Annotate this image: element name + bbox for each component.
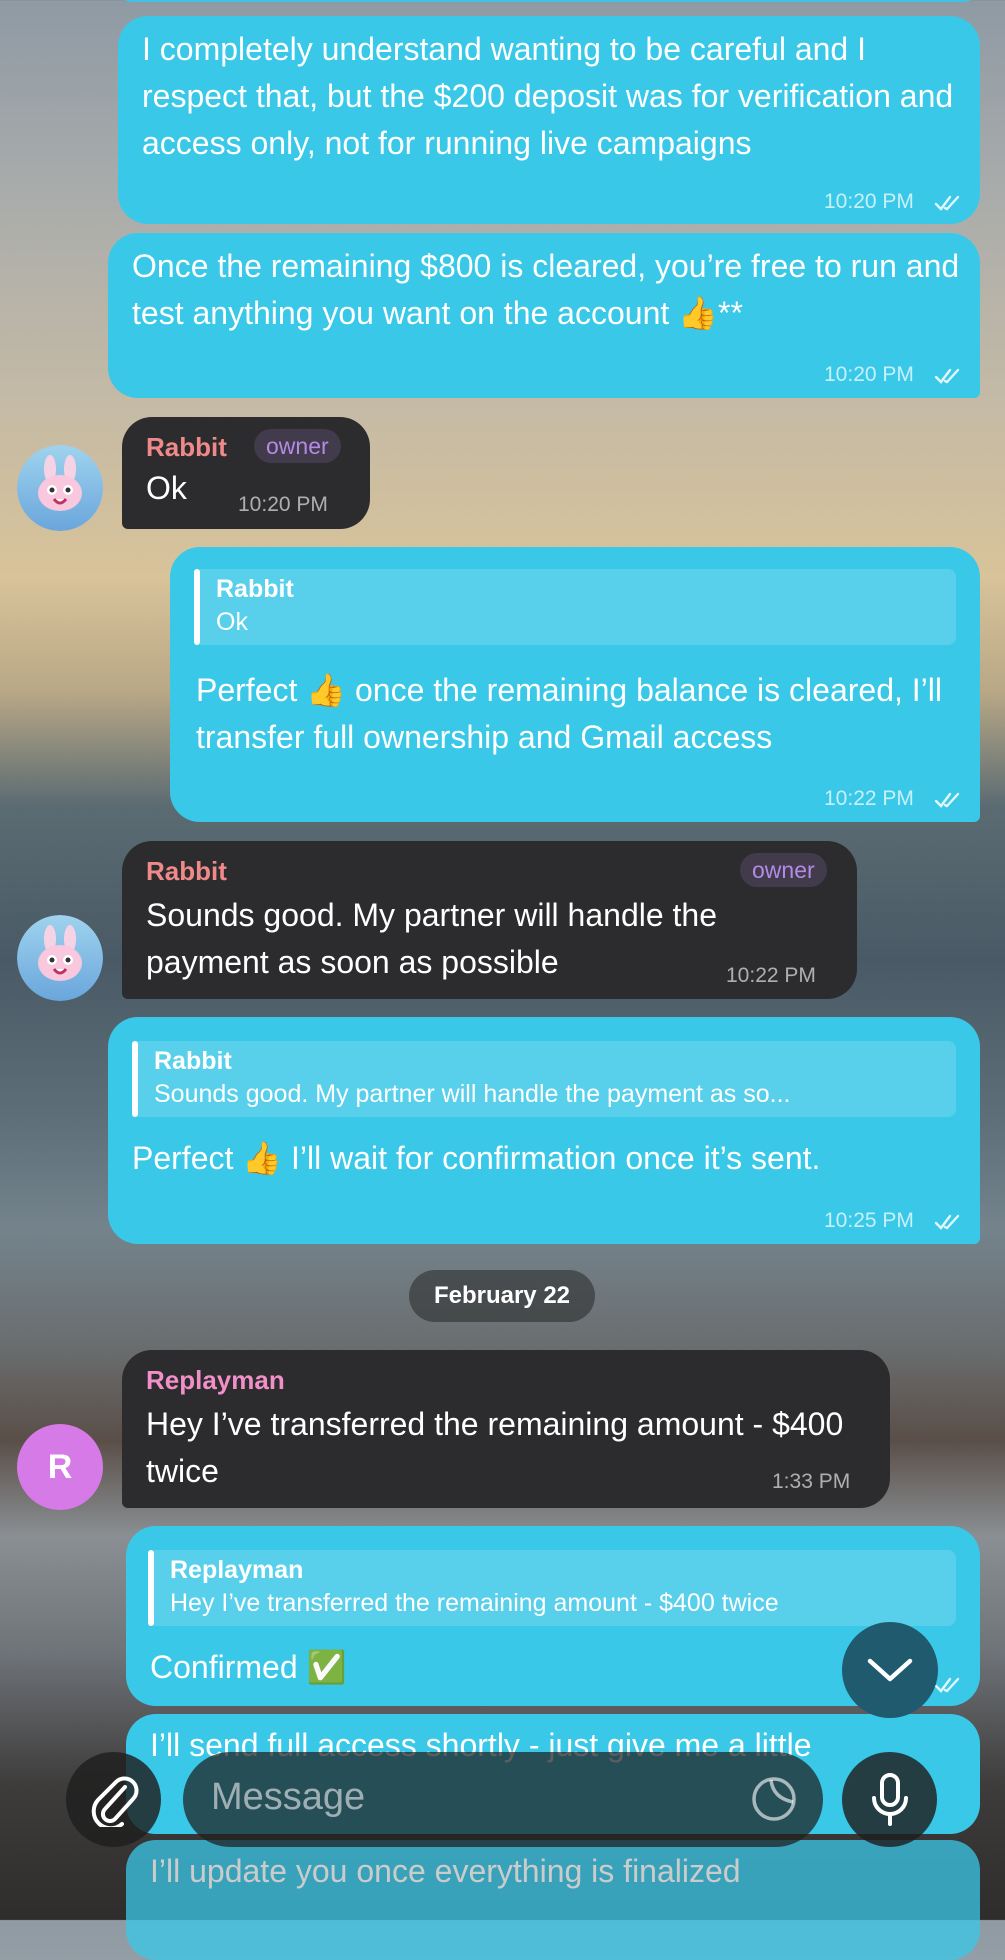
- sticker-icon[interactable]: [749, 1774, 799, 1824]
- double-check-icon: [934, 368, 960, 384]
- message-outgoing[interactable]: I completely understand wanting to be ca…: [118, 16, 980, 224]
- message-text: Confirmed ✅: [150, 1649, 347, 1685]
- rabbit-icon: [17, 915, 103, 1001]
- avatar-letter: R: [47, 1448, 73, 1486]
- message-text: Once the remaining $800 is cleared, you’…: [132, 248, 969, 331]
- double-check-icon: [934, 1214, 960, 1230]
- reply-quote[interactable]: Rabbit Sounds good. My partner will hand…: [132, 1041, 956, 1117]
- message-outgoing[interactable]: Rabbit Sounds good. My partner will hand…: [108, 1017, 980, 1244]
- voice-button[interactable]: [842, 1752, 937, 1847]
- message-outgoing[interactable]: Rabbit Ok Perfect 👍 once the remaining b…: [170, 547, 980, 822]
- message-time: 10:20 PM: [824, 190, 914, 213]
- reply-quote[interactable]: Replayman Hey I’ve transferred the remai…: [148, 1550, 956, 1626]
- message-text: I completely understand wanting to be ca…: [142, 31, 963, 161]
- message-time: 10:22 PM: [824, 787, 914, 810]
- quote-sender: Rabbit: [216, 575, 294, 603]
- message-incoming[interactable]: Rabbit owner Ok 10:20 PM: [122, 417, 370, 529]
- quote-sender: Replayman: [170, 1556, 304, 1584]
- owner-tag: owner: [740, 853, 827, 887]
- chat-area[interactable]: I completely understand wanting to be ca…: [0, 0, 1005, 1960]
- quote-bar: [194, 569, 200, 645]
- quote-text: Sounds good. My partner will handle the …: [154, 1080, 791, 1108]
- scroll-down-button[interactable]: [842, 1622, 938, 1718]
- date-separator: February 22: [409, 1270, 595, 1322]
- message-time: 10:22 PM: [726, 964, 816, 987]
- message-time: 10:25 PM: [824, 1209, 914, 1232]
- message-time: 1:33 PM: [772, 1470, 851, 1493]
- double-check-icon: [934, 792, 960, 808]
- attach-button[interactable]: [66, 1752, 161, 1847]
- quote-bar: [132, 1041, 138, 1117]
- rabbit-icon: [17, 445, 103, 531]
- message-bubble-partial[interactable]: [118, 0, 978, 2]
- message-text: Perfect 👍 I’ll wait for confirmation onc…: [132, 1140, 821, 1176]
- chevron-down-icon: [867, 1658, 913, 1682]
- double-check-icon: [934, 1677, 960, 1693]
- avatar-rabbit[interactable]: [17, 445, 103, 531]
- sender-name: Rabbit: [146, 856, 227, 886]
- message-text: I’ll update you once everything is final…: [150, 1853, 741, 1889]
- message-text: Perfect 👍 once the remaining balance is …: [196, 672, 951, 755]
- sender-name: Replayman: [146, 1365, 285, 1395]
- paperclip-icon: [91, 1776, 138, 1827]
- microphone-icon: [871, 1772, 908, 1826]
- quote-bar: [148, 1550, 154, 1626]
- avatar-rabbit[interactable]: [17, 915, 103, 1001]
- message-text: Ok: [146, 470, 187, 506]
- message-outgoing[interactable]: Once the remaining $800 is cleared, you’…: [108, 233, 980, 398]
- owner-tag: owner: [254, 429, 341, 463]
- message-time: 10:20 PM: [824, 363, 914, 386]
- message-placeholder: Message: [211, 1776, 366, 1818]
- quote-text: Hey I’ve transferred the remaining amoun…: [170, 1589, 779, 1617]
- message-time: 10:20 PM: [238, 493, 328, 516]
- reply-quote[interactable]: Rabbit Ok: [194, 569, 956, 645]
- message-text: Hey I’ve transferred the remaining amoun…: [146, 1406, 853, 1489]
- message-outgoing[interactable]: I’ll update you once everything is final…: [126, 1840, 980, 1960]
- message-incoming[interactable]: Rabbit owner Sounds good. My partner wil…: [122, 841, 857, 999]
- sender-name: Rabbit: [146, 432, 227, 462]
- double-check-icon: [934, 195, 960, 211]
- message-incoming[interactable]: Replayman Hey I’ve transferred the remai…: [122, 1350, 890, 1508]
- quote-sender: Rabbit: [154, 1047, 232, 1075]
- avatar-replayman[interactable]: R: [17, 1424, 103, 1510]
- quote-text: Ok: [216, 608, 248, 636]
- message-input[interactable]: Message: [183, 1752, 823, 1847]
